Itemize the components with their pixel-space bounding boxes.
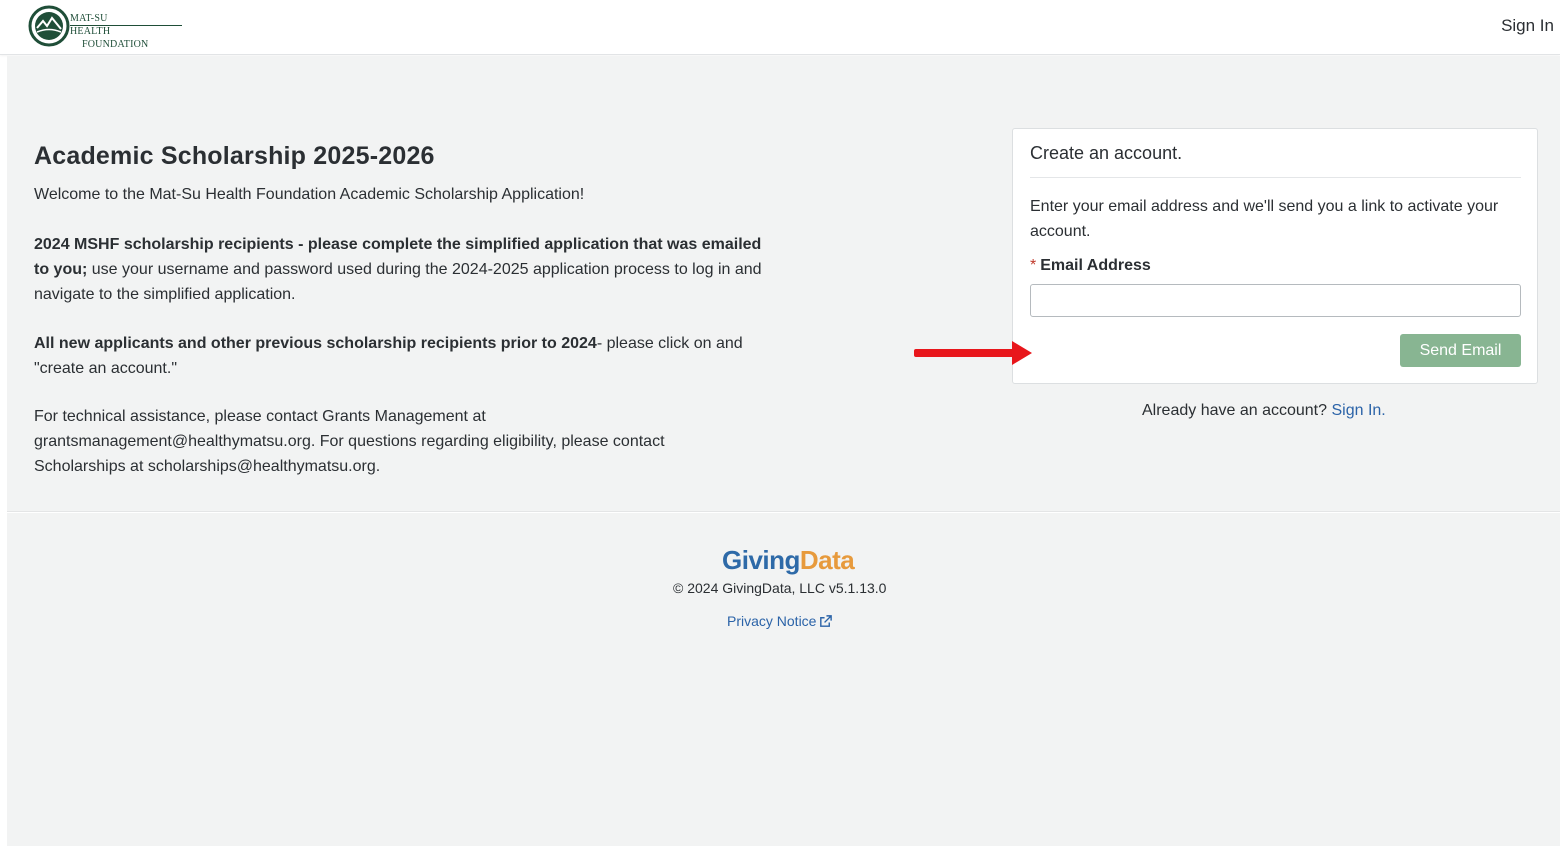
new-applicants-bold: All new applicants and other previous sc… (34, 335, 597, 352)
sign-in-prompt-text: Already have an account? (1142, 402, 1332, 419)
email-field[interactable] (1030, 284, 1521, 317)
givingdata-logo-part1: Giving (722, 545, 800, 575)
logo-line1: MAT-SU HEALTH (70, 13, 111, 37)
sign-in-prompt: Already have an account? Sign In. (1142, 402, 1386, 420)
page-title: Academic Scholarship 2025-2026 (34, 142, 435, 170)
external-link-icon (820, 614, 833, 627)
copyright-text: © 2024 GivingData, LLC v5.1.13.0 (673, 580, 887, 596)
card-title: Create an account. (1030, 143, 1183, 163)
mat-su-logo[interactable]: MAT-SU HEALTH FOUNDATION (28, 5, 182, 50)
required-mark: * (1030, 257, 1037, 274)
recipients-paragraph: 2024 MSHF scholarship recipients - pleas… (34, 232, 764, 307)
logo-line2: FOUNDATION (82, 39, 149, 50)
givingdata-logo-part2: Data (799, 545, 855, 575)
main-content: Academic Scholarship 2025-2026 Welcome t… (7, 56, 1560, 512)
footer: GivingData © 2024 GivingData, LLC v5.1.1… (7, 513, 1560, 846)
email-label: * Email Address (1030, 257, 1151, 275)
logo-text: MAT-SU HEALTH FOUNDATION (70, 12, 148, 51)
sign-in-link[interactable]: Sign In. (1331, 402, 1385, 419)
recipients-rest: use your username and password used duri… (34, 261, 762, 303)
red-arrow-icon (914, 341, 1032, 365)
create-account-card: Create an account. Enter your email addr… (1012, 128, 1538, 384)
send-email-button[interactable]: Send Email (1400, 334, 1521, 367)
mat-su-logo-icon (28, 5, 70, 47)
assistance-paragraph: For technical assistance, please contact… (34, 408, 665, 475)
card-description: Enter your email address and we'll send … (1030, 198, 1499, 240)
privacy-notice-link[interactable]: Privacy Notice (727, 613, 833, 629)
privacy-notice-label: Privacy Notice (727, 613, 817, 629)
email-label-text: Email Address (1040, 257, 1151, 274)
header-sign-in-link[interactable]: Sign In (1501, 16, 1554, 36)
card-divider (1030, 177, 1521, 178)
new-applicants-paragraph: All new applicants and other previous sc… (34, 331, 774, 381)
welcome-text: Welcome to the Mat-Su Health Foundation … (34, 186, 585, 203)
givingdata-logo: GivingData (722, 545, 855, 576)
top-header: MAT-SU HEALTH FOUNDATION Sign In (0, 0, 1560, 55)
